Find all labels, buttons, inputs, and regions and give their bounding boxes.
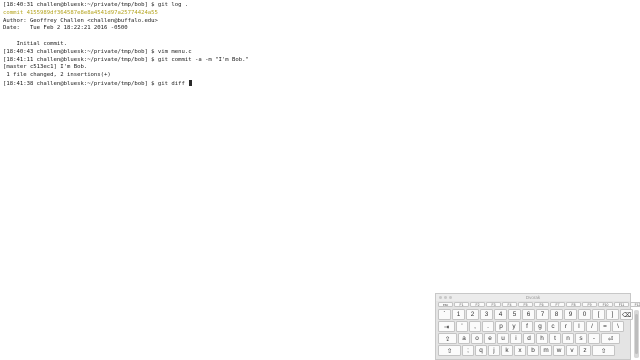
key[interactable]: . xyxy=(482,321,494,332)
terminal-line: 1 file changed, 2 insertions(+) xyxy=(3,72,632,80)
key[interactable]: y xyxy=(508,321,520,332)
key[interactable]: 4 xyxy=(494,309,507,320)
terminal-line-text: [18:40:31 challen@bluesk:~/private/tmp/b… xyxy=(3,2,189,8)
key[interactable]: c xyxy=(547,321,559,332)
terminal-line-text: Initial commit. xyxy=(3,40,67,47)
key[interactable]: ⇥ xyxy=(438,321,455,332)
key[interactable]: F4 xyxy=(502,302,517,307)
key[interactable]: ; xyxy=(462,345,474,356)
key[interactable]: u xyxy=(497,333,509,344)
key[interactable]: w xyxy=(553,345,565,356)
key[interactable]: - xyxy=(588,333,600,344)
key[interactable]: 2 xyxy=(466,309,479,320)
key[interactable]: q xyxy=(475,345,487,356)
terminal-line: Date: Tue Feb 2 18:22:21 2016 -0500 xyxy=(3,25,632,33)
key[interactable]: F6 xyxy=(534,302,549,307)
key[interactable]: l xyxy=(573,321,585,332)
key[interactable]: ⏎ xyxy=(601,333,620,344)
key-row: ⇥ ',. p y f g c r l / = \ xyxy=(438,321,625,332)
key[interactable]: f xyxy=(521,321,533,332)
key[interactable]: ` xyxy=(438,309,451,320)
terminal-line: [18:40:43 challen@bluesk:~/private/tmp/b… xyxy=(3,49,632,57)
key[interactable]: F10 xyxy=(598,302,613,307)
key[interactable]: i xyxy=(510,333,522,344)
terminal-line: [18:41:11 challen@bluesk:~/private/tmp/b… xyxy=(3,57,632,65)
key[interactable]: ⌫ xyxy=(620,309,633,320)
key[interactable]: F11 xyxy=(614,302,629,307)
terminal-line-text: 1 file changed, 2 insertions(+) xyxy=(3,72,111,79)
key[interactable]: ⇪ xyxy=(438,333,457,344)
key[interactable]: / xyxy=(586,321,598,332)
key[interactable]: ⇧ xyxy=(592,345,615,356)
key[interactable]: F3 xyxy=(486,302,501,307)
key[interactable]: 9 xyxy=(564,309,577,320)
key[interactable]: ⇧ xyxy=(438,345,461,356)
key[interactable]: F1 xyxy=(454,302,469,307)
key[interactable]: F5 xyxy=(518,302,533,307)
key[interactable]: m xyxy=(540,345,552,356)
key[interactable]: 5 xyxy=(508,309,521,320)
key[interactable]: g xyxy=(534,321,546,332)
key[interactable]: r xyxy=(560,321,572,332)
key[interactable]: o xyxy=(471,333,483,344)
key[interactable]: v xyxy=(566,345,578,356)
key-row: ⇧; q j k x b m w v z ⇧ xyxy=(438,345,616,356)
terminal-line: commit 4155989df364587e8e8a4541d97a25774… xyxy=(3,10,632,18)
terminal-line-text: [18:41:11 challen@bluesk:~/private/tmp/b… xyxy=(3,56,249,63)
on-screen-keyboard[interactable]: Dvorak esc F1 F2 F3 F4 F5 F6 F7 F8 F9 F10 F11 F12 ` 1 2… xyxy=(435,293,640,360)
terminal-line: Initial commit. xyxy=(3,41,632,49)
terminal-line-text: commit 4155989df364587e8e8a4541d97a25774… xyxy=(3,9,158,16)
key[interactable]: ' xyxy=(456,321,468,332)
terminal-line: [18:40:31 challen@bluesk:~/private/tmp/b… xyxy=(3,2,632,10)
terminal-line-text: Date: Tue Feb 2 18:22:21 2016 -0500 xyxy=(3,25,128,32)
key[interactable]: 8 xyxy=(550,309,563,320)
key[interactable]: F9 xyxy=(582,302,597,307)
terminal-line-text: [18:41:38 challen@bluesk:~/private/tmp/b… xyxy=(3,80,189,87)
terminal-scrollbar[interactable] xyxy=(634,310,639,358)
function-key-row: esc F1 F2 F3 F4 F5 F6 F7 F8 F9 F10 F11 F12 xyxy=(438,302,640,307)
key[interactable]: e xyxy=(484,333,496,344)
terminal-line: Author: Geoffrey Challen <challen@buffal… xyxy=(3,18,632,26)
key[interactable]: 0 xyxy=(578,309,591,320)
key[interactable]: 7 xyxy=(536,309,549,320)
key[interactable]: z xyxy=(579,345,591,356)
key[interactable]: n xyxy=(562,333,574,344)
key[interactable]: x xyxy=(514,345,526,356)
terminal-line: [master c513ec1] I'm Bob. xyxy=(3,64,632,72)
key[interactable]: t xyxy=(549,333,561,344)
key-row: ⇪ a o e u i d h t n s - ⏎ xyxy=(438,333,621,344)
key-row: ` 1 2 3 4 5 6 7 8 9 0[] ⌫ xyxy=(438,309,634,320)
key[interactable]: [ xyxy=(592,309,605,320)
keyboard-titlebar[interactable]: Dvorak xyxy=(436,294,630,301)
terminal-line-text: Author: Geoffrey Challen <challen@buffal… xyxy=(3,17,158,24)
key[interactable]: b xyxy=(527,345,539,356)
key[interactable]: k xyxy=(501,345,513,356)
key[interactable]: j xyxy=(488,345,500,356)
key[interactable]: h xyxy=(536,333,548,344)
key[interactable]: 3 xyxy=(480,309,493,320)
key[interactable]: , xyxy=(469,321,481,332)
key[interactable]: a xyxy=(458,333,470,344)
key[interactable]: 1 xyxy=(452,309,465,320)
key[interactable]: d xyxy=(523,333,535,344)
keyboard-title: Dvorak xyxy=(525,295,541,300)
key[interactable]: esc xyxy=(438,302,453,307)
key[interactable]: s xyxy=(575,333,587,344)
key[interactable]: ] xyxy=(606,309,619,320)
key[interactable]: p xyxy=(495,321,507,332)
key[interactable]: \ xyxy=(612,321,624,332)
scrollbar-thumb[interactable] xyxy=(635,314,638,354)
key[interactable]: F8 xyxy=(566,302,581,307)
key[interactable]: = xyxy=(599,321,611,332)
key[interactable]: F2 xyxy=(470,302,485,307)
key[interactable]: F12 xyxy=(630,302,640,307)
key[interactable]: 6 xyxy=(522,309,535,320)
terminal-line-text: [18:40:43 challen@bluesk:~/private/tmp/b… xyxy=(3,48,192,55)
text-cursor xyxy=(189,79,193,86)
terminal-line-text: [master c513ec1] I'm Bob. xyxy=(3,64,88,71)
key[interactable]: F7 xyxy=(550,302,565,307)
terminal-line: [18:41:38 challen@bluesk:~/private/tmp/b… xyxy=(3,79,632,88)
